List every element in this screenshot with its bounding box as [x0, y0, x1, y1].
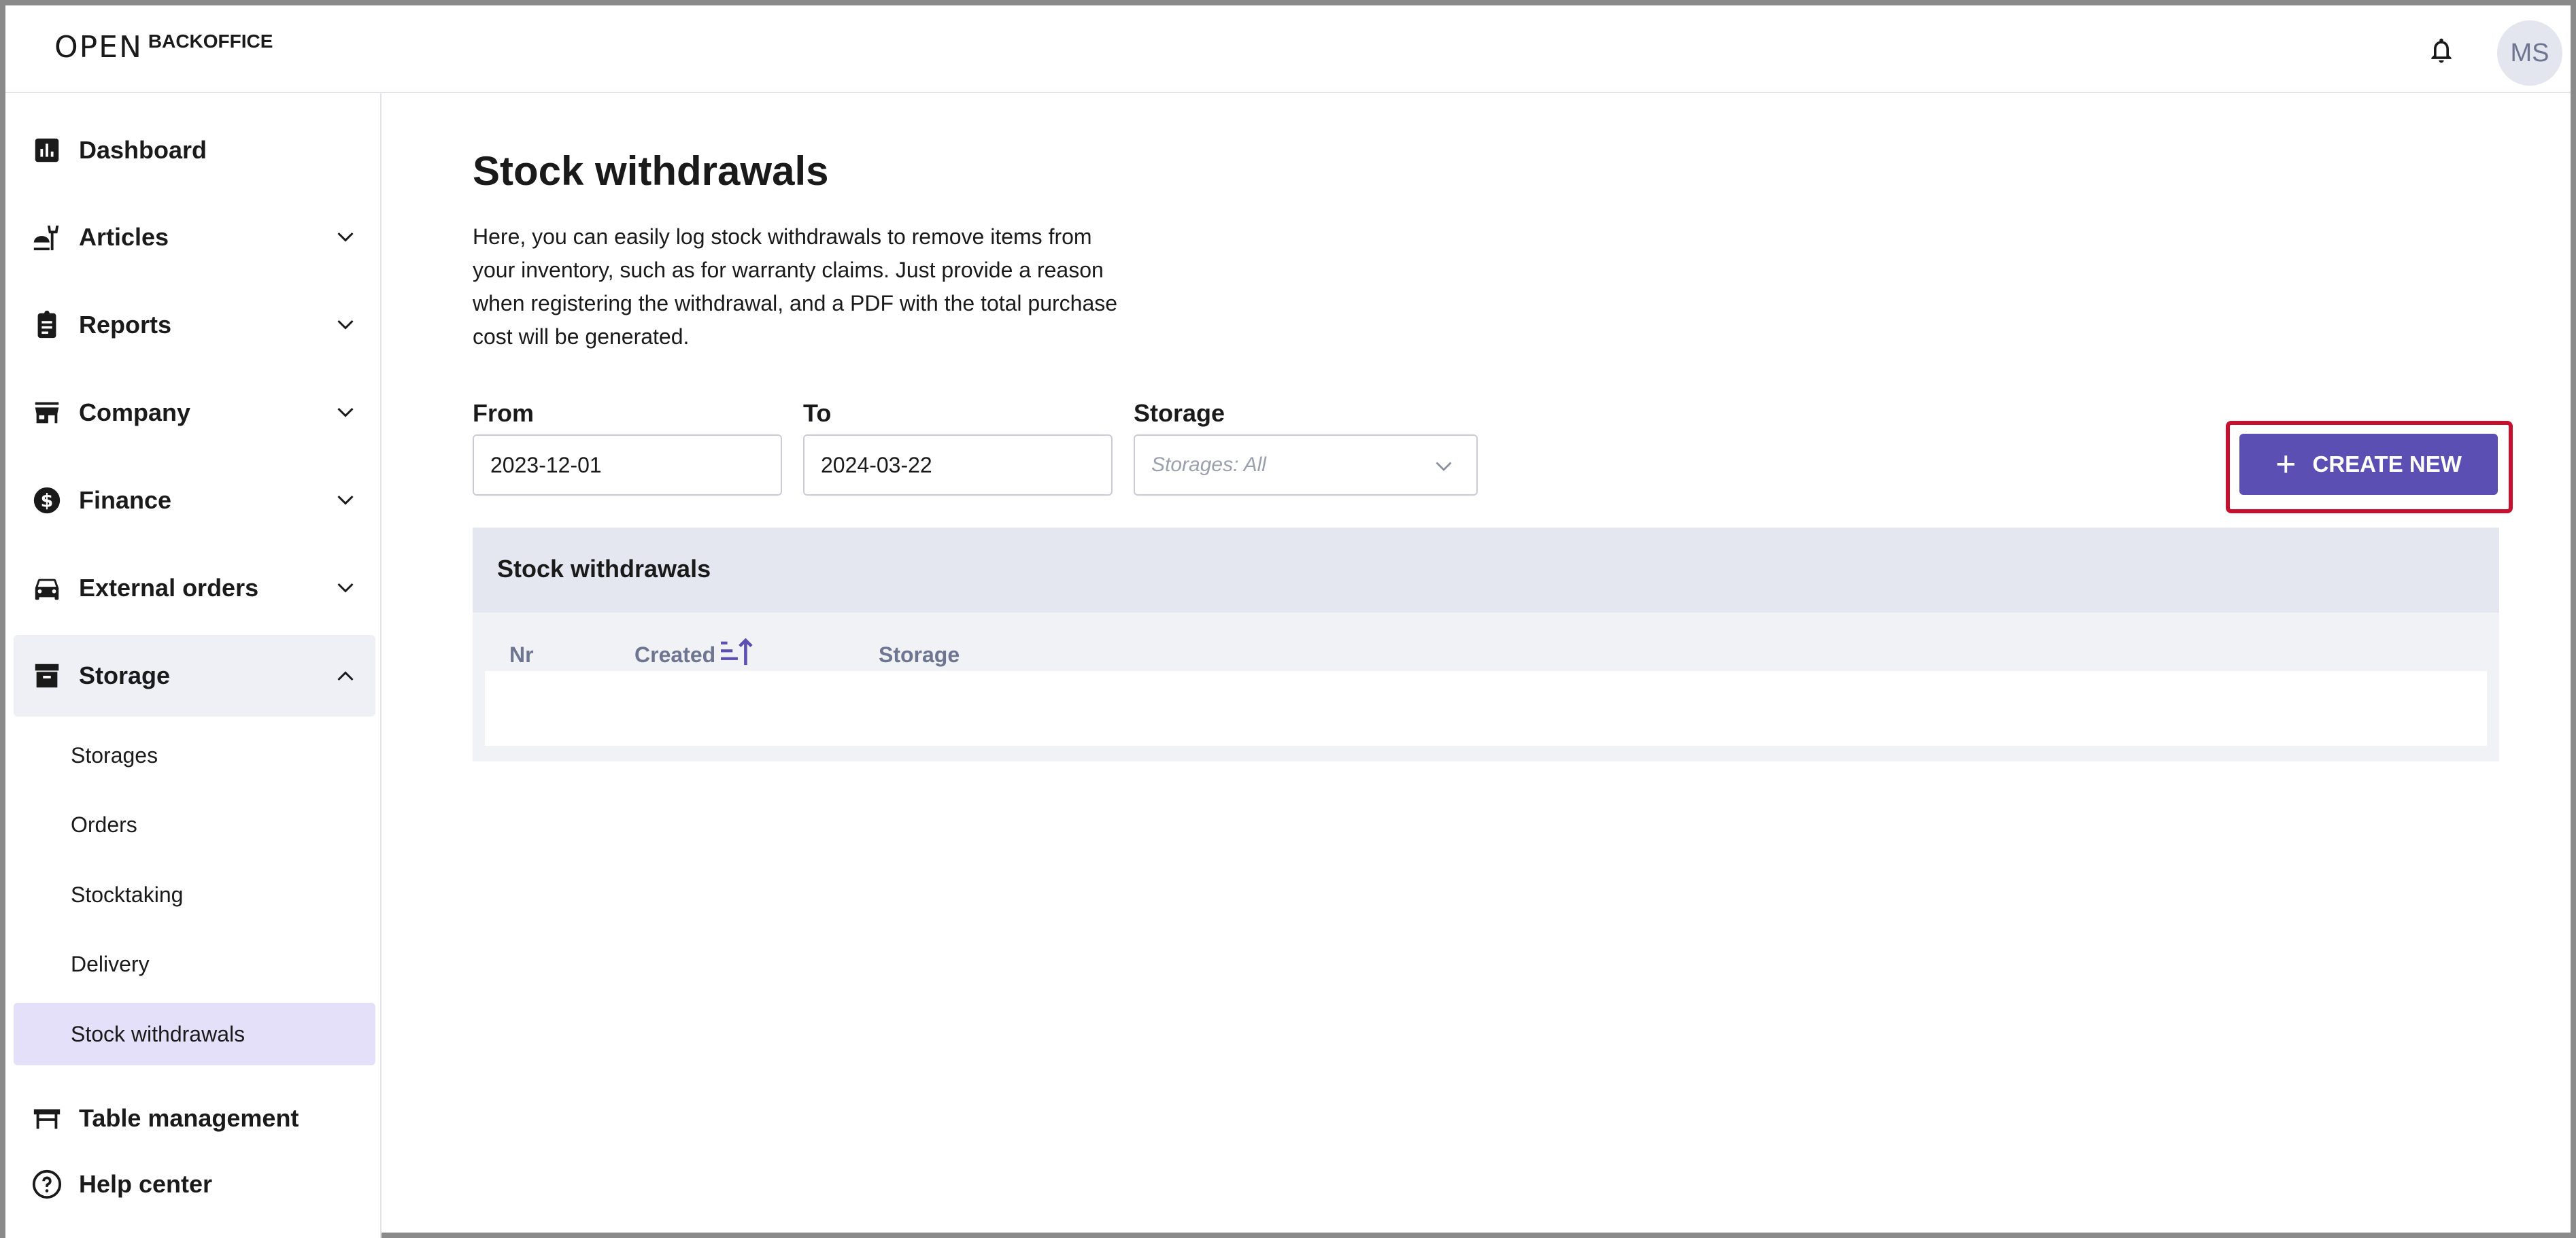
sidebar-item-label: Reports: [79, 311, 172, 339]
chevron-down-icon: [337, 320, 354, 330]
clipboard-icon: [37, 310, 56, 339]
user-avatar[interactable]: MS: [2497, 20, 2562, 86]
column-header-storage[interactable]: Storage: [879, 642, 960, 668]
sidebar-item-label: External orders: [79, 574, 259, 602]
from-label: From: [473, 399, 534, 427]
sidebar-subitem-label: Storages: [71, 742, 158, 768]
chevron-down-icon: [337, 232, 354, 242]
logo-mark: OPEN: [54, 30, 143, 65]
chevron-down-icon: [1436, 462, 1452, 471]
storage-select[interactable]: Storages: All: [1134, 434, 1478, 496]
logo-text: BACKOFFICE: [148, 30, 273, 52]
dollar-icon: $: [33, 487, 61, 514]
table-body-empty: [485, 671, 2487, 746]
sidebar-item-reports[interactable]: Reports: [14, 284, 375, 366]
help-icon: [32, 1169, 62, 1199]
sidebar-item-external-orders[interactable]: External orders: [14, 547, 375, 629]
chevron-up-icon: [337, 671, 354, 681]
sidebar-item-label: Help center: [79, 1170, 213, 1198]
from-date-input[interactable]: 2023-12-01: [473, 434, 782, 496]
to-date-input[interactable]: 2024-03-22: [803, 434, 1113, 496]
sidebar-item-company[interactable]: Company: [14, 372, 375, 453]
storage-select-placeholder: Storages: All: [1151, 453, 1266, 476]
car-icon: [35, 579, 59, 600]
chevron-down-icon: [337, 407, 354, 417]
top-header: OPEN BACKOFFICE MS: [5, 5, 2571, 93]
sidebar-item-storage[interactable]: Storage: [14, 635, 375, 717]
sidebar-item-help-center[interactable]: Help center: [14, 1144, 375, 1225]
sidebar-subitem-storages[interactable]: Storages: [14, 724, 375, 787]
archive-icon: [35, 664, 59, 688]
create-new-label: CREATE NEW: [2312, 451, 2462, 477]
sidebar-subitem-stock-withdrawals[interactable]: Stock withdrawals: [14, 1003, 375, 1065]
chevron-down-icon: [337, 583, 354, 593]
column-header-nr[interactable]: Nr: [509, 642, 534, 668]
sidebar-item-label: Storage: [79, 661, 171, 689]
sidebar-item-dashboard[interactable]: Dashboard: [14, 109, 375, 191]
table-title: Stock withdrawals: [497, 555, 711, 583]
sidebar-subitem-label: Stocktaking: [71, 882, 184, 907]
bar-chart-icon: [35, 138, 59, 162]
sidebar-item-label: Table management: [79, 1104, 299, 1132]
page-title: Stock withdrawals: [473, 148, 829, 194]
storage-label: Storage: [1134, 399, 1225, 427]
sidebar-item-articles[interactable]: Articles: [14, 196, 375, 278]
chevron-down-icon: [337, 495, 354, 505]
page-description: Here, you can easily log stock withdrawa…: [473, 224, 1118, 349]
food-icon: [33, 225, 59, 251]
sidebar-item-label: Articles: [79, 223, 169, 251]
sidebar-subitem-delivery[interactable]: Delivery: [14, 933, 375, 995]
create-new-button[interactable]: + CREATE NEW: [2239, 434, 2498, 495]
sidebar: Dashboard Articles Reports Company $ Fin…: [5, 93, 382, 1238]
bell-icon[interactable]: [2426, 34, 2456, 67]
plus-icon: +: [2275, 445, 2297, 484]
table-header-bar: Stock withdrawals: [473, 528, 2499, 613]
logo[interactable]: OPEN BACKOFFICE: [54, 30, 273, 65]
sidebar-subitem-orders[interactable]: Orders: [14, 793, 375, 856]
sidebar-subitem-label: Stock withdrawals: [71, 1021, 245, 1046]
sidebar-item-label: Finance: [79, 486, 172, 514]
sidebar-subitem-label: Orders: [71, 812, 137, 837]
to-label: To: [803, 399, 832, 427]
store-icon: [35, 402, 59, 424]
sidebar-item-finance[interactable]: $ Finance: [14, 460, 375, 541]
sidebar-item-label: Dashboard: [79, 136, 207, 164]
stock-withdrawals-table: Stock withdrawals Nr Created Storage: [473, 528, 2499, 761]
sidebar-item-label: Company: [79, 398, 191, 426]
sidebar-subitem-stocktaking[interactable]: Stocktaking: [14, 863, 375, 926]
sidebar-subitem-label: Delivery: [71, 951, 150, 976]
table-icon: [33, 1109, 61, 1129]
sort-ascending-icon[interactable]: [719, 636, 754, 668]
column-header-created[interactable]: Created: [634, 642, 715, 668]
svg-text:$: $: [41, 491, 54, 512]
